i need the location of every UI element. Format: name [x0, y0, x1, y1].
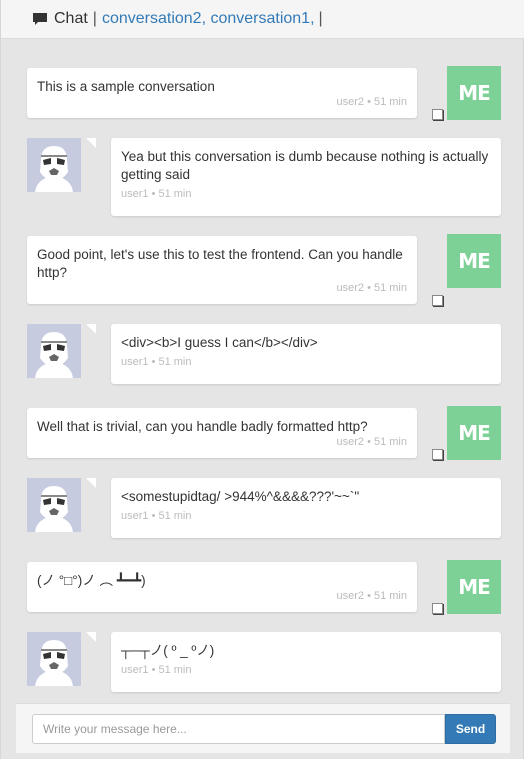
message-meta: user2 • 51 min [336, 96, 408, 108]
avatar-stormtrooper [27, 478, 81, 532]
composer: Send [16, 703, 510, 753]
bubble-corner [86, 632, 96, 642]
message-row-outgoing: ME (ノ °□°)ノ ︵ ┻━┻) user2 • 51 min [1, 560, 524, 614]
message-meta: user2 • 51 min [336, 436, 408, 448]
avatar-stormtrooper [27, 324, 81, 378]
message-text: Good point, let's use this to test the f… [37, 247, 403, 280]
message-bubble: Well that is trivial, can you handle bad… [27, 408, 417, 458]
chat-panel: Chat | conversation2, conversation1, | M… [0, 0, 524, 759]
read-status-checkbox [432, 109, 443, 120]
header-separator: | [92, 10, 97, 27]
message-row-incoming: <div><b>I guess I can</b></div> user1 • 5… [1, 324, 524, 384]
message-text: <div><b>I guess I can</b></div> [121, 335, 318, 350]
conversation-links[interactable]: conversation2, conversation1, [102, 10, 315, 28]
send-button[interactable]: Send [445, 714, 496, 744]
message-bubble: (ノ °□°)ノ ︵ ┻━┻) user2 • 51 min [27, 562, 417, 612]
message-row-outgoing: ME This is a sample conversation user2 • 5… [1, 66, 524, 120]
chat-bubble-icon [32, 12, 48, 26]
message-row-outgoing: ME Well that is trivial, can you handle b… [1, 406, 524, 460]
message-input[interactable] [32, 714, 445, 744]
message-bubble: <div><b>I guess I can</b></div> user1 • 5… [111, 324, 501, 384]
message-meta: user1 • 51 min [121, 664, 192, 676]
chat-header: Chat | conversation2, conversation1, | [1, 0, 524, 39]
avatar-stormtrooper [27, 632, 81, 686]
message-row-incoming: Yea but this conversation is dumb becaus… [1, 138, 524, 216]
message-meta: user1 • 51 min [121, 188, 192, 200]
avatar-me: ME [447, 66, 501, 120]
message-meta: user2 • 51 min [336, 282, 408, 294]
message-bubble: <somestupidtag/ >944%^&&&&???'~~`" user1 … [111, 478, 501, 538]
message-row-outgoing: ME Good point, let's use this to test the… [1, 234, 524, 306]
message-row-incoming: <somestupidtag/ >944%^&&&&???'~~`" user1 … [1, 478, 524, 538]
message-text: ┬─┬ノ( º _ ºノ) [121, 643, 215, 658]
message-meta: user1 • 51 min [121, 510, 192, 522]
bubble-corner [86, 324, 96, 334]
read-status-checkbox [432, 295, 443, 306]
message-text: <somestupidtag/ >944%^&&&&???'~~`" [121, 489, 360, 504]
avatar-me: ME [447, 234, 501, 288]
avatar-me: ME [447, 560, 501, 614]
chat-title: Chat [54, 10, 88, 27]
read-status-checkbox [432, 449, 443, 460]
avatar-me: ME [447, 406, 501, 460]
header-trailing-separator: | [318, 10, 323, 27]
message-bubble: This is a sample conversation user2 • 51 … [27, 68, 417, 118]
message-meta: user1 • 51 min [121, 356, 192, 368]
avatar-stormtrooper [27, 138, 81, 192]
bubble-corner [86, 138, 96, 148]
bubble-corner [86, 478, 96, 488]
message-meta: user2 • 51 min [336, 590, 408, 602]
message-bubble: Good point, let's use this to test the f… [27, 236, 417, 304]
message-bubble: Yea but this conversation is dumb becaus… [111, 138, 501, 216]
message-text: Yea but this conversation is dumb becaus… [121, 149, 489, 182]
read-status-checkbox [432, 603, 443, 614]
message-row-incoming: ┬─┬ノ( º _ ºノ) user1 • 51 min [1, 632, 524, 692]
message-bubble: ┬─┬ノ( º _ ºノ) user1 • 51 min [111, 632, 501, 692]
